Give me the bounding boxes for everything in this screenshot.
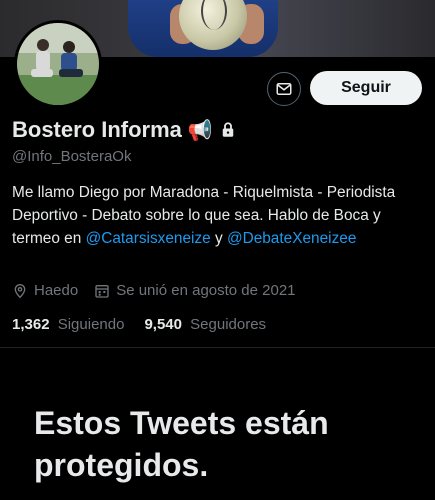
bio-mention-link[interactable]: @Catarsisxeneize: [86, 230, 211, 247]
avatar-photo: [17, 23, 99, 105]
profile-bio: Me llamo Diego por Maradona - Riquelmist…: [12, 181, 422, 250]
followers-count: 9,540: [144, 316, 182, 333]
profile-name-row: Bostero Informa 📢: [12, 117, 237, 143]
following-count: 1,362: [12, 316, 50, 333]
follow-button[interactable]: Seguir: [310, 71, 422, 105]
profile-name: Bostero Informa: [12, 117, 182, 142]
avatar[interactable]: [14, 20, 102, 108]
joined-item: Se unió en agosto de 2021: [94, 282, 296, 299]
profile-meta: Haedo Se unió en agosto de 2021: [12, 282, 312, 299]
protected-tweets-title: Estos Tweets están protegidos.: [34, 405, 329, 483]
following-link[interactable]: 1,362 Siguiendo: [12, 316, 124, 333]
location-icon: [14, 283, 26, 298]
location-item: Haedo: [12, 282, 78, 299]
message-button[interactable]: [267, 72, 301, 106]
mail-icon: [276, 83, 292, 95]
bio-mention-link[interactable]: @DebateXeneizee: [227, 230, 356, 247]
following-label: Siguiendo: [57, 316, 125, 333]
joined-text: Se unió en agosto de 2021: [116, 282, 296, 299]
divider: [0, 347, 435, 348]
bio-text: y: [210, 230, 227, 247]
location-text: Haedo: [34, 282, 79, 299]
calendar-icon: [95, 284, 109, 298]
lock-icon: [222, 122, 234, 137]
followers-label: Seguidores: [190, 316, 267, 333]
megaphone-emoji: 📢: [187, 119, 213, 142]
profile-handle: @Info_BosteraOk: [12, 148, 132, 165]
profile-stats: 1,362 Siguiendo 9,540 Seguidores: [12, 316, 286, 333]
followers-link[interactable]: 9,540 Seguidores: [144, 316, 266, 333]
